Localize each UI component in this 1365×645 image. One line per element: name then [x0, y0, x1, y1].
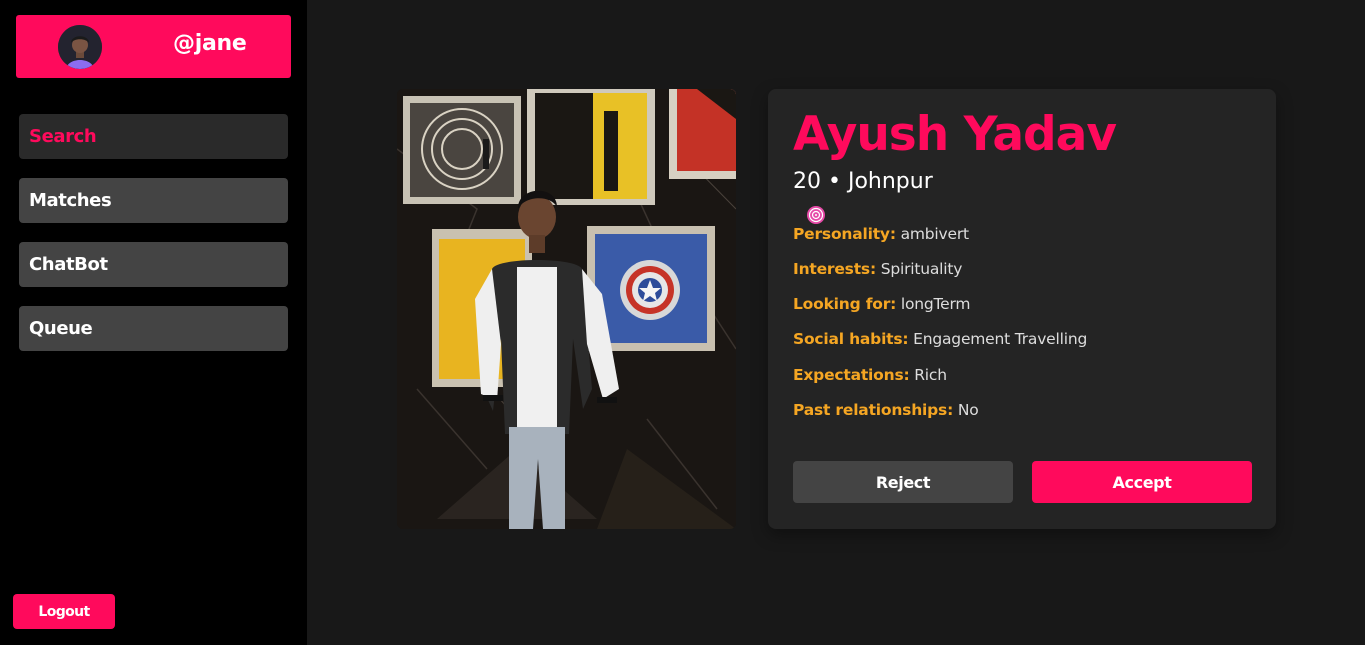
user-avatar	[58, 25, 102, 69]
spiral-badge-icon	[807, 206, 825, 224]
logout-button[interactable]: Logout	[13, 594, 115, 629]
detail-value: No	[957, 401, 979, 419]
detail-value: ambivert	[900, 225, 970, 243]
detail-key: Social habits:	[793, 330, 909, 348]
nav-item-queue[interactable]: Queue	[19, 306, 288, 351]
profile-photo	[397, 89, 736, 529]
detail-key: Looking for:	[793, 295, 897, 313]
detail-past-relationships: Past relationships: No	[793, 401, 979, 419]
user-card[interactable]: @jane	[16, 15, 291, 78]
reject-button[interactable]: Reject	[793, 461, 1013, 503]
accept-button[interactable]: Accept	[1032, 461, 1252, 503]
detail-value: Spirituality	[880, 260, 963, 278]
detail-key: Interests:	[793, 260, 876, 278]
detail-looking-for: Looking for: longTerm	[793, 295, 971, 313]
detail-interests: Interests: Spirituality	[793, 260, 962, 278]
profile-card: Ayush Yadav 20 • Johnpur Personality: am…	[768, 89, 1276, 529]
detail-key: Past relationships:	[793, 401, 954, 419]
detail-value: longTerm	[900, 295, 971, 313]
detail-social-habits: Social habits: Engagement Travelling	[793, 330, 1087, 348]
profile-name: Ayush Yadav	[793, 107, 1117, 162]
profile-age-location: 20 • Johnpur	[793, 169, 933, 194]
detail-expectations: Expectations: Rich	[793, 366, 947, 384]
username: @jane	[173, 31, 247, 56]
detail-value: Rich	[914, 366, 947, 384]
sidebar: @jane Search Matches ChatBot Queue Logou…	[0, 0, 307, 645]
nav-item-chatbot[interactable]: ChatBot	[19, 242, 288, 287]
nav-item-matches[interactable]: Matches	[19, 178, 288, 223]
nav-item-search[interactable]: Search	[19, 114, 288, 159]
detail-value: Engagement Travelling	[913, 330, 1088, 348]
detail-key: Expectations:	[793, 366, 910, 384]
detail-key: Personality:	[793, 225, 896, 243]
detail-personality: Personality: ambivert	[793, 225, 969, 243]
